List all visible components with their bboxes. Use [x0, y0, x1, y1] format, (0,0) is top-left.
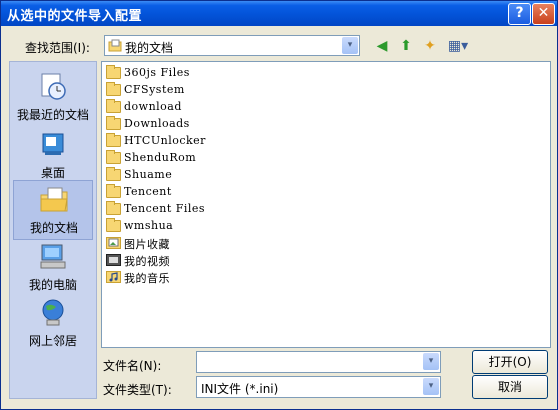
my-documents-icon — [40, 187, 68, 212]
folder-icon — [106, 218, 121, 232]
file-name: 图片收藏 — [124, 238, 170, 251]
file-name: 360js Files — [124, 66, 190, 79]
filename-label: 文件名(N): — [103, 359, 162, 373]
my-documents-small-icon — [108, 39, 122, 52]
place-my-computer[interactable]: 我的电脑 — [13, 238, 93, 298]
folder-icon — [106, 133, 121, 147]
place-desktop[interactable]: 桌面 — [13, 126, 93, 186]
file-name: 我的视频 — [124, 255, 170, 268]
file-name: wmshua — [124, 219, 174, 232]
folder-icon — [106, 167, 121, 181]
music-folder-icon — [106, 271, 121, 283]
chevron-down-icon[interactable]: ▾ — [423, 378, 439, 395]
back-icon[interactable]: ◀ — [372, 37, 392, 55]
help-button[interactable]: ? — [508, 3, 531, 25]
filetype-select[interactable]: INI文件 (*.ini) ▾ — [196, 376, 441, 398]
place-my-documents[interactable]: 我的文档 — [13, 180, 93, 240]
filetype-label: 文件类型(T): — [103, 383, 172, 397]
place-label: 我的文档 — [29, 221, 78, 235]
folder-icon — [106, 201, 121, 215]
file-name: Tencent — [124, 185, 172, 198]
file-name: Shuame — [124, 168, 173, 181]
file-open-dialog: 从选中的文件导入配置 ? ✕ 查找范围(I): 我的文档 ▾ ◀ ⬆ ✦ ▦▾ … — [0, 0, 558, 410]
folder-icon — [106, 82, 121, 96]
network-places-icon — [42, 299, 64, 326]
file-name: CFSystem — [124, 83, 185, 96]
chevron-down-icon[interactable]: ▾ — [342, 37, 358, 54]
file-name: 我的音乐 — [124, 272, 170, 285]
filename-field[interactable]: ▾ — [196, 351, 441, 373]
pictures-folder-icon — [106, 237, 121, 249]
place-label: 我最近的文档 — [16, 108, 89, 122]
new-folder-icon[interactable]: ✦ — [420, 37, 440, 55]
place-label: 桌面 — [40, 166, 65, 180]
close-button[interactable]: ✕ — [532, 3, 555, 25]
videos-folder-icon — [106, 254, 121, 266]
place-recent-documents[interactable]: 我最近的文档 — [13, 68, 93, 128]
recent-documents-icon — [41, 73, 66, 100]
place-label: 网上邻居 — [28, 334, 77, 348]
my-computer-icon — [40, 244, 66, 269]
folder-icon — [106, 150, 121, 164]
title-bar[interactable]: 从选中的文件导入配置 ? ✕ — [1, 1, 557, 26]
chevron-down-icon[interactable]: ▾ — [423, 353, 439, 370]
folder-icon — [106, 116, 121, 130]
place-network[interactable]: 网上邻居 — [13, 294, 93, 354]
lookin-value: 我的文档 — [125, 41, 174, 55]
lookin-label: 查找范围(I): — [25, 41, 90, 55]
file-name: Downloads — [124, 117, 190, 130]
open-button[interactable]: 打开(O) — [472, 350, 548, 374]
cancel-button[interactable]: 取消 — [472, 375, 548, 399]
folder-icon — [106, 184, 121, 198]
folder-icon — [106, 65, 121, 79]
file-list[interactable]: 360js Files CFSystem download Downloads … — [101, 61, 551, 348]
views-menu-icon[interactable]: ▦▾ — [444, 37, 472, 55]
window-title: 从选中的文件导入配置 — [7, 9, 143, 24]
folder-icon — [106, 99, 121, 113]
place-label: 我的电脑 — [28, 278, 77, 292]
file-name: ShenduRom — [124, 151, 197, 164]
file-name: Tencent Files — [124, 202, 206, 215]
filetype-value: INI文件 (*.ini) — [201, 382, 279, 396]
desktop-icon — [42, 133, 64, 155]
up-folder-icon[interactable]: ⬆ — [396, 37, 416, 55]
places-bar: 我最近的文档 桌面 我的文档 我的电脑 网上邻居 — [9, 61, 97, 399]
lookin-select[interactable]: 我的文档 ▾ — [104, 35, 360, 56]
file-name: download — [124, 100, 182, 113]
file-name: HTCUnlocker — [124, 134, 206, 147]
